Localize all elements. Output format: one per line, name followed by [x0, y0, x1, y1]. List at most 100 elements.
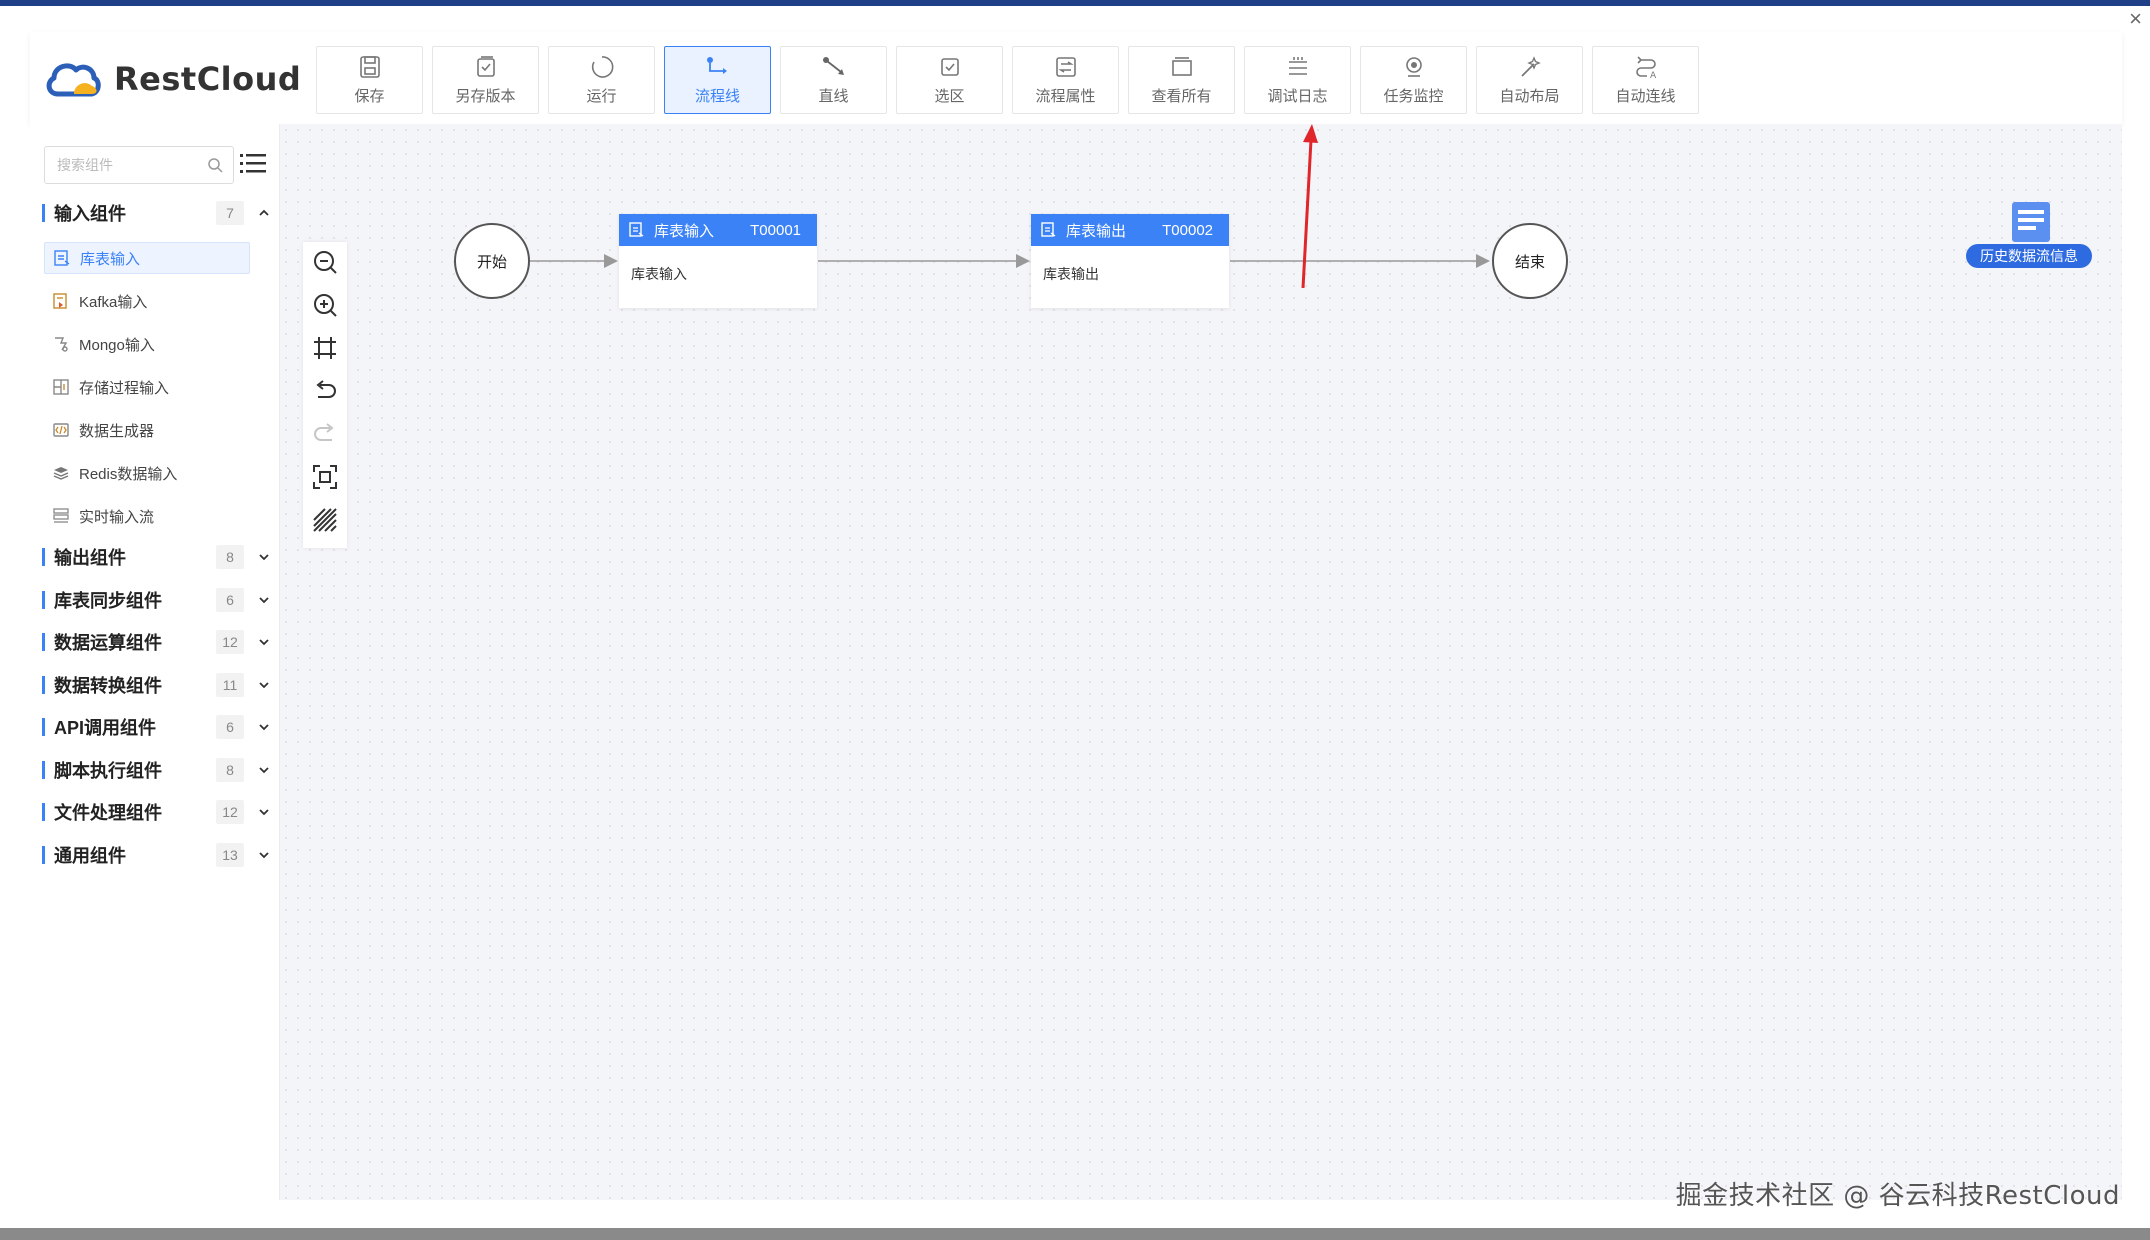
straight-line-label: 直线	[818, 88, 849, 105]
group-label: API调用组件	[54, 718, 157, 738]
item-label: Redis数据输入	[79, 465, 178, 483]
table-input-icon	[629, 222, 644, 237]
group-marker	[42, 591, 45, 609]
close-icon[interactable]: ×	[2129, 8, 2142, 30]
flow-line-button[interactable]: 流程线	[664, 46, 771, 114]
chevron-down-icon[interactable]	[256, 762, 272, 778]
group-file-processing-components[interactable]: 文件处理组件 12	[42, 797, 272, 827]
flow-node-table-output[interactable]: 库表输出 T00002 库表输出	[1031, 214, 1229, 308]
list-view-icon[interactable]	[240, 152, 266, 176]
table-output-icon	[1041, 222, 1056, 237]
flow-properties-button[interactable]: 流程属性	[1012, 46, 1119, 114]
window-top-bar	[0, 0, 2150, 6]
task-monitor-button[interactable]: 任务监控	[1360, 46, 1467, 114]
search-icon[interactable]	[207, 157, 223, 173]
node-header: 库表输入 T00001	[619, 214, 817, 246]
node-title: 库表输入	[654, 222, 715, 240]
view-all-button[interactable]: 查看所有	[1128, 46, 1235, 114]
flow-node-table-input[interactable]: 库表输入 T00001 库表输入	[619, 214, 817, 308]
debug-log-button[interactable]: 调试日志	[1244, 46, 1351, 114]
list-item-table-input[interactable]: 库表输入	[44, 242, 250, 274]
redis-input-icon	[53, 467, 69, 480]
end-node[interactable]: 结束	[1492, 223, 1568, 299]
group-marker	[42, 718, 45, 736]
save-button[interactable]: 保存	[316, 46, 423, 114]
grid-toggle-button[interactable]	[310, 505, 340, 534]
item-label: Kafka输入	[79, 293, 148, 311]
group-output-components[interactable]: 输出组件 8	[42, 542, 272, 572]
fullscreen-button[interactable]	[310, 462, 340, 491]
list-item-kafka-input[interactable]: Kafka输入	[44, 285, 250, 317]
chevron-down-icon[interactable]	[256, 677, 272, 693]
select-area-label: 选区	[934, 88, 965, 105]
straight-line-button[interactable]: 直线	[780, 46, 887, 114]
save-label: 保存	[354, 88, 385, 105]
flow-properties-icon	[1055, 57, 1076, 77]
redo-button[interactable]	[310, 419, 340, 448]
group-label: 通用组件	[54, 846, 126, 866]
run-label: 运行	[586, 88, 617, 105]
end-node-label: 结束	[1514, 253, 1545, 271]
save-version-button[interactable]: 另存版本	[432, 46, 539, 114]
group-marker	[42, 676, 45, 694]
start-node[interactable]: 开始	[454, 223, 530, 299]
chevron-down-icon[interactable]	[256, 549, 272, 565]
save-version-label: 另存版本	[455, 88, 516, 105]
item-label: 数据生成器	[79, 422, 155, 440]
auto-connect-icon: A	[1635, 56, 1657, 80]
flow-line-icon	[706, 57, 727, 74]
watermark: 掘金技术社区 @ 谷云科技RestCloud	[1675, 1181, 2120, 1211]
fit-center-button[interactable]	[310, 334, 340, 363]
chevron-down-icon[interactable]	[256, 804, 272, 820]
data-generator-icon	[53, 423, 69, 437]
group-count: 13	[216, 843, 244, 867]
view-all-icon	[1171, 57, 1192, 76]
auto-layout-button[interactable]: 自动布局	[1476, 46, 1583, 114]
group-marker	[42, 633, 45, 651]
list-item-mongo-input[interactable]: Mongo输入	[44, 328, 250, 360]
group-data-transform-components[interactable]: 数据转换组件 11	[42, 670, 272, 700]
group-count: 11	[216, 673, 244, 697]
chevron-up-icon[interactable]	[256, 205, 272, 221]
group-script-components[interactable]: 脚本执行组件 8	[42, 755, 272, 785]
group-table-sync-components[interactable]: 库表同步组件 6	[42, 585, 272, 615]
zoom-out-button[interactable]	[310, 248, 340, 277]
zoom-in-button[interactable]	[310, 291, 340, 320]
chevron-down-icon[interactable]	[256, 634, 272, 650]
group-api-call-components[interactable]: API调用组件 6	[42, 712, 272, 742]
svg-text:A: A	[1650, 71, 1657, 80]
auto-connect-button[interactable]: A 自动连线	[1592, 46, 1699, 114]
group-general-components[interactable]: 通用组件 13	[42, 840, 272, 870]
group-data-compute-components[interactable]: 数据运算组件 12	[42, 627, 272, 657]
node-body: 库表输出	[1043, 266, 1099, 282]
select-area-button[interactable]: 选区	[896, 46, 1003, 114]
history-dataflow-label: 历史数据流信息	[1966, 244, 2092, 268]
history-dataflow-widget[interactable]: 历史数据流信息	[1966, 198, 2092, 270]
chevron-down-icon[interactable]	[256, 592, 272, 608]
group-input-components[interactable]: 输入组件 7	[42, 198, 272, 228]
list-item-realtime-input-stream[interactable]: 实时输入流	[44, 500, 250, 532]
fullscreen-icon	[313, 464, 337, 489]
group-marker	[42, 204, 45, 222]
stored-procedure-icon	[53, 379, 69, 395]
group-label: 脚本执行组件	[54, 761, 162, 781]
list-item-data-generator[interactable]: 数据生成器	[44, 414, 250, 446]
zoom-out-icon	[314, 251, 337, 275]
undo-button[interactable]	[310, 377, 340, 406]
chevron-down-icon[interactable]	[256, 719, 272, 735]
list-item-stored-procedure-input[interactable]: 存储过程输入	[44, 371, 250, 403]
debug-log-label: 调试日志	[1267, 88, 1328, 105]
table-input-icon	[54, 250, 70, 266]
save-icon	[359, 56, 380, 78]
start-node-label: 开始	[476, 253, 507, 271]
run-button[interactable]: 运行	[548, 46, 655, 114]
group-count: 8	[216, 545, 244, 569]
brand-name: RestCloud	[114, 60, 302, 98]
list-item-redis-input[interactable]: Redis数据输入	[44, 457, 250, 489]
chevron-down-icon[interactable]	[256, 847, 272, 863]
auto-connect-label: 自动连线	[1615, 88, 1676, 105]
group-marker	[42, 803, 45, 821]
node-id: T00002	[1162, 221, 1213, 239]
toolbar: 保存 另存版本 运行 流程线 直线 选区 流程属性 查看所有 调试日志 任务监控…	[316, 46, 1708, 114]
search-input[interactable]	[57, 157, 207, 173]
